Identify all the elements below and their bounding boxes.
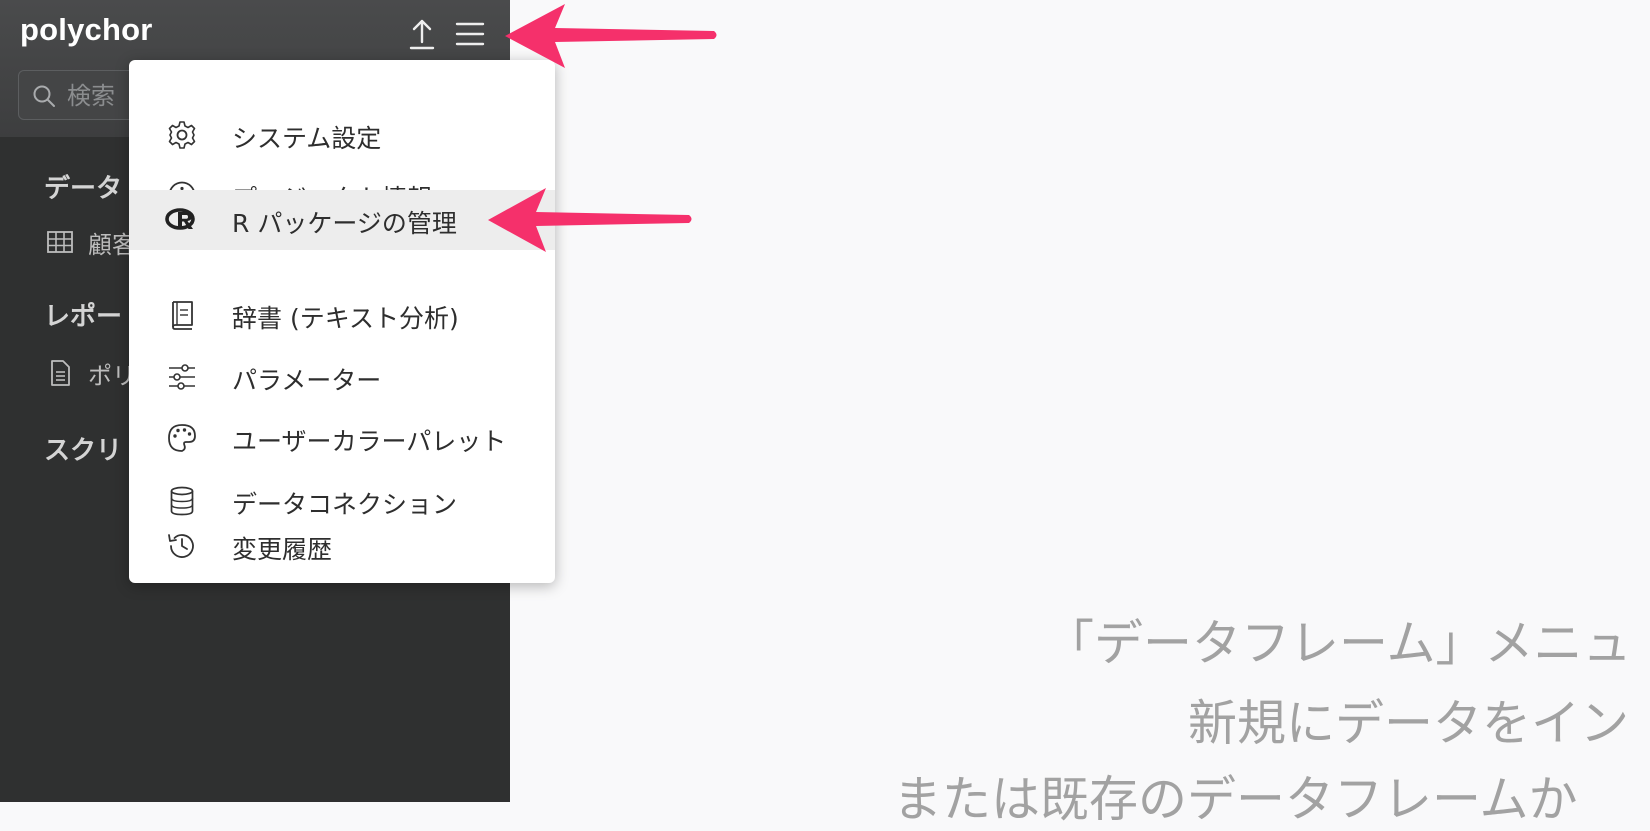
main-message-line-1: 「データフレーム」メニュ (1045, 615, 1632, 672)
menu-item-label: ユーザーカラーパレット (232, 427, 507, 456)
sidebar-item-report[interactable]: ポリ (46, 356, 136, 390)
menu-item-dictionary[interactable]: 辞書 (テキスト分析) (129, 285, 555, 345)
menu-item-change-history[interactable]: 変更履歴 (129, 509, 555, 569)
main-message-line-3: または既存のデータフレームか (893, 771, 1578, 828)
document-icon (51, 360, 70, 386)
hamburger-menu-button[interactable] (450, 14, 490, 54)
upload-button[interactable] (402, 14, 442, 54)
gear-icon (165, 118, 199, 152)
hamburger-icon (455, 22, 485, 46)
menu-item-parameters[interactable]: パラメーター (129, 347, 555, 407)
section-title-data: データ (44, 174, 123, 204)
app-title: polychor (20, 12, 153, 47)
menu-item-label: R パッケージの管理 (232, 209, 457, 238)
main-message-line-2: 新規にデータをイン (1188, 695, 1630, 752)
annotation-arrow-menu-icon (505, 4, 717, 68)
upload-icon (409, 19, 435, 50)
r-logo-icon (165, 203, 199, 237)
sliders-icon (165, 360, 199, 394)
palette-icon (165, 421, 199, 455)
section-title-script: スクリ (44, 436, 123, 466)
menu-item-label: システム設定 (232, 124, 382, 153)
table-icon (47, 231, 73, 253)
menu-item-user-color-palette[interactable]: ユーザーカラーパレット (129, 408, 555, 468)
menu-item-system-settings[interactable]: システム設定 (129, 105, 555, 165)
menu-item-label: 辞書 (テキスト分析) (232, 304, 459, 333)
history-icon (165, 529, 199, 563)
menu-item-label: パラメーター (232, 366, 382, 395)
main-menu-dropdown: システム設定 プロジェクト情報 R パッケージの管理 (129, 60, 555, 583)
menu-item-label: 変更履歴 (232, 535, 333, 564)
search-icon (33, 85, 55, 107)
sidebar-item-data[interactable]: 顧客 (46, 225, 136, 259)
book-icon (165, 298, 199, 332)
annotation-arrow-r-package (488, 188, 692, 252)
